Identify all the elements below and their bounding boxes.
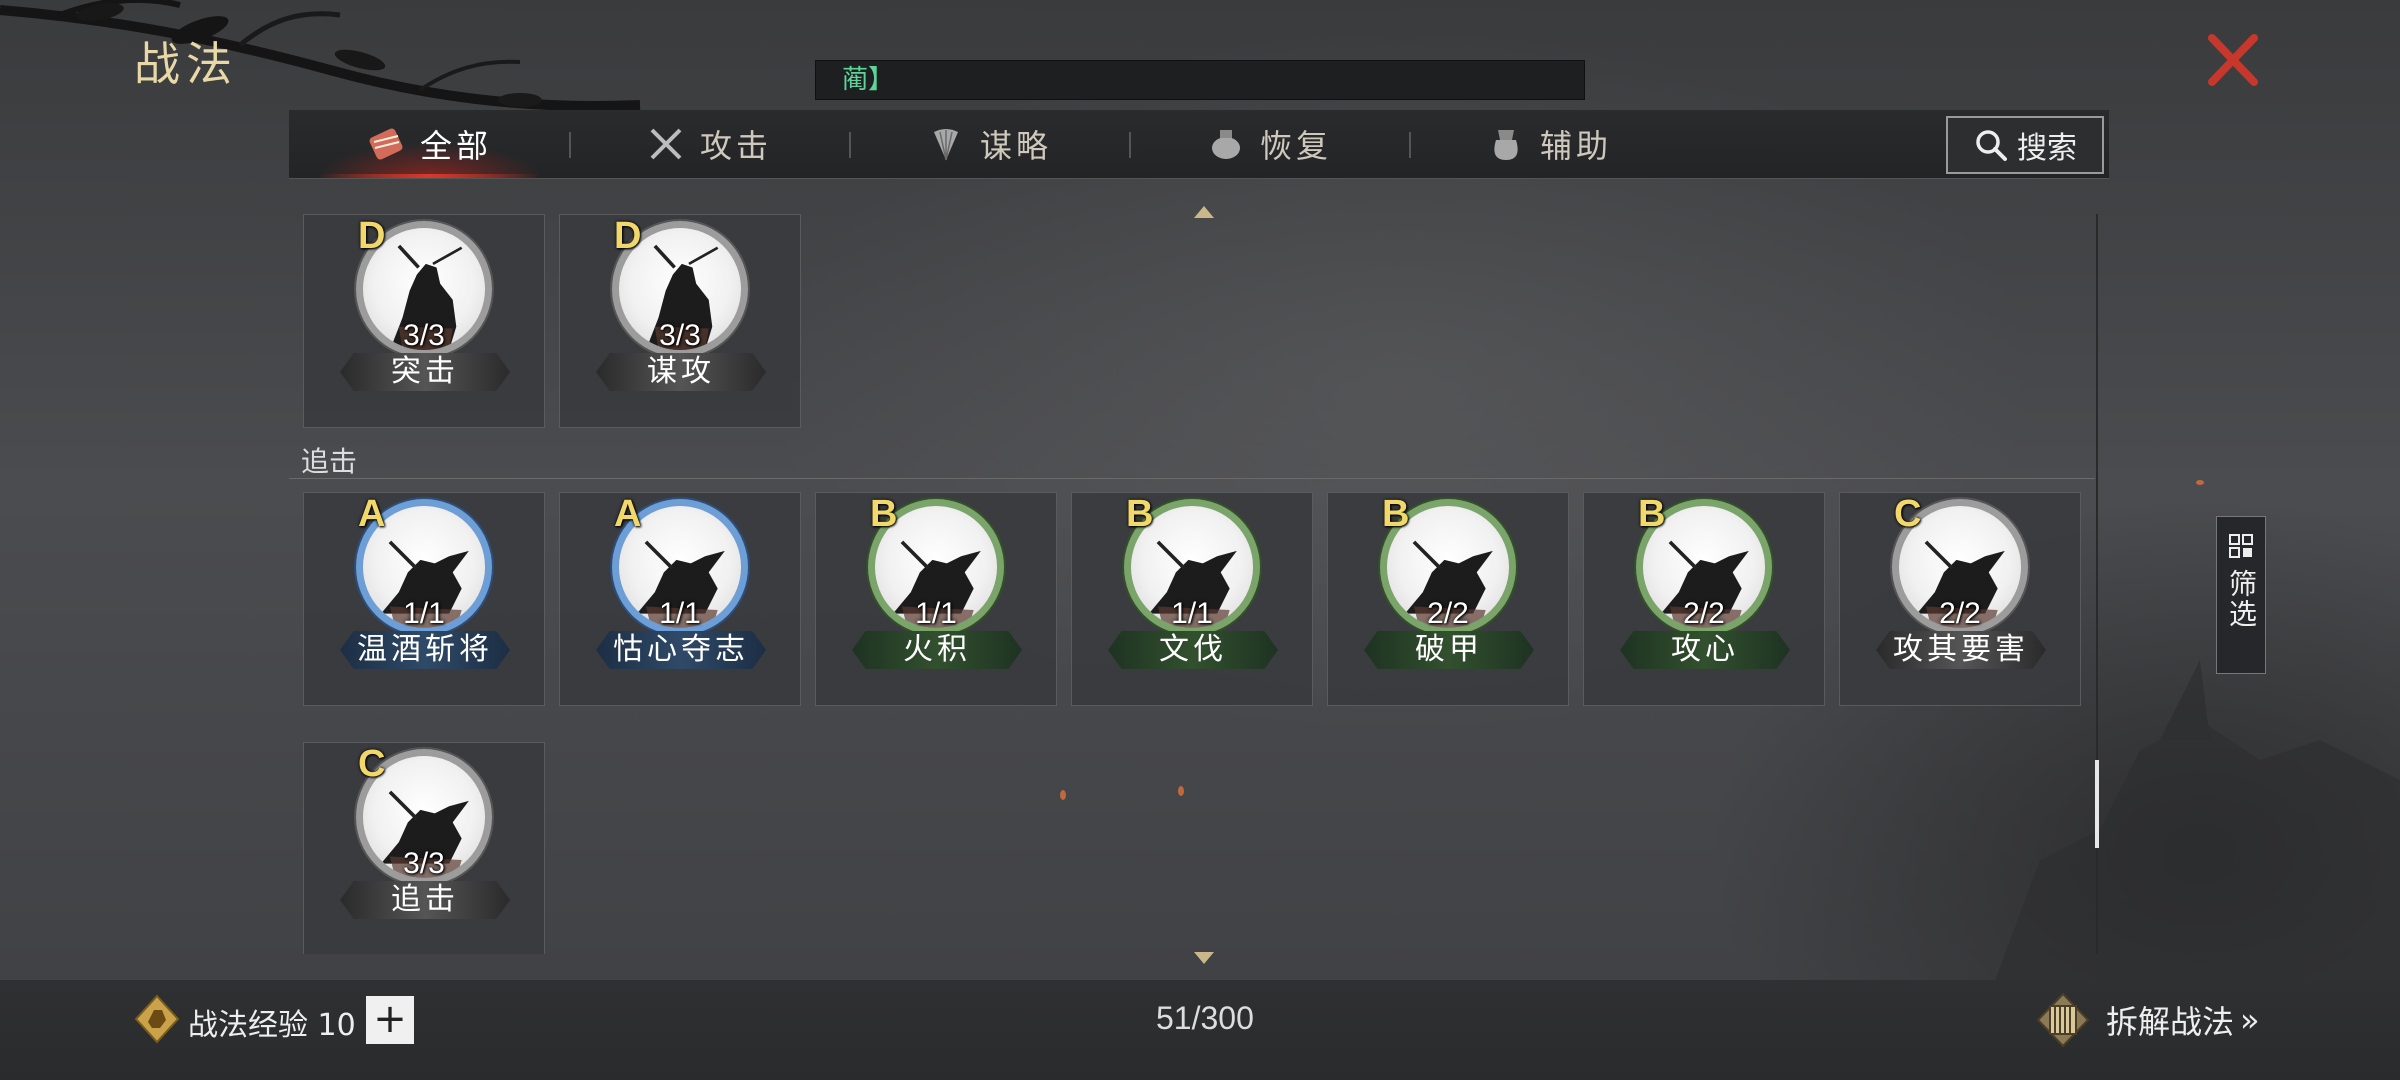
tactic-card[interactable]: B 1/1 文伐 (1071, 492, 1313, 706)
grade-label: A (614, 493, 642, 535)
section-title: 追击 (301, 445, 358, 478)
scroll-bundle-icon (369, 128, 403, 160)
grade-label: B (1638, 493, 1666, 535)
count-label: 1/1 (1171, 597, 1213, 630)
ember-particle (2196, 480, 2204, 485)
tactic-card[interactable]: A 1/1 温酒斩将 (303, 492, 545, 706)
count-label: 3/3 (403, 319, 445, 352)
tactic-exp-icon (134, 994, 180, 1044)
tactic-name: 突击 (340, 353, 510, 391)
tab-strategy-label: 谋略 (979, 127, 1052, 165)
tactic-name: 火积 (852, 631, 1022, 669)
grade-label: B (1382, 493, 1410, 535)
bottom-bar: 战法经验 10 + 51/300 拆解战法 » (0, 980, 2400, 1080)
tactic-card[interactable]: C 2/2 攻其要害 (1839, 492, 2081, 706)
grade-label: B (1126, 493, 1154, 535)
section-divider (289, 478, 2095, 479)
medicine-pot-icon (1211, 130, 1240, 159)
chevron-right-icon: » (2240, 1001, 2260, 1039)
filter-button[interactable]: 筛选 (2216, 516, 2266, 674)
tactic-exp-label: 战法经验 10 (188, 1008, 356, 1043)
tactic-name: 攻心 (1620, 631, 1790, 669)
count-label: 2/2 (1939, 597, 1981, 630)
grade-label: C (358, 743, 386, 785)
tactic-card[interactable]: D 3/3 突击 (303, 214, 545, 428)
grid-filter-icon (2229, 534, 2253, 558)
tactic-name: 破甲 (1364, 631, 1534, 669)
count-label: 3/3 (659, 319, 701, 352)
dismantle-scroll-icon (2036, 992, 2090, 1048)
close-icon[interactable] (2200, 28, 2264, 92)
tab-attack-label: 攻击 (699, 127, 772, 165)
tab-all[interactable]: 全部 (289, 110, 569, 178)
grade-label: C (1894, 493, 1922, 535)
tactic-card[interactable]: B 2/2 破甲 (1327, 492, 1569, 706)
tactic-name: 谋攻 (596, 353, 766, 391)
dismantle-tactic-label: 拆解战法 (2106, 1003, 2235, 1041)
tactic-name: 文伐 (1108, 631, 1278, 669)
dismantle-tactic-button[interactable]: 拆解战法 » (2034, 990, 2260, 1050)
count-label: 2/2 (1683, 597, 1725, 630)
add-exp-button[interactable]: + (366, 996, 414, 1044)
count-label: 1/1 (659, 597, 701, 630)
search-button[interactable]: 搜索 (1946, 116, 2104, 174)
tab-recovery[interactable]: 恢复 (1129, 110, 1409, 178)
ember-particle (1178, 786, 1184, 796)
category-tab-bar: 全部 攻击 谋略 恢复 辅助 (289, 110, 2109, 179)
grade-label: D (358, 215, 386, 257)
count-label: 3/3 (403, 847, 445, 880)
page-title: 战法 (134, 37, 238, 91)
count-label: 2/2 (1427, 597, 1469, 630)
tactic-name: 怙心夺志 (596, 631, 766, 669)
tactic-card[interactable]: B 1/1 火积 (815, 492, 1057, 706)
tactic-name: 攻其要害 (1876, 631, 2046, 669)
tactic-capacity: 51/300 (1156, 1000, 1254, 1036)
tactic-card[interactable]: A 1/1 怙心夺志 (559, 492, 801, 706)
filter-button-label: 筛选 (2225, 569, 2258, 629)
ember-particle (1060, 790, 1066, 800)
tab-all-label: 全部 (419, 127, 492, 165)
tab-support-label: 辅助 (1539, 127, 1612, 165)
tactic-list[interactable]: D 3/3 突击 D 3/3 谋攻 追击 A 1/1 温酒斩将 A 1/1 怙心… (289, 214, 2099, 954)
search-text-field[interactable]: 蔺】 (815, 60, 1585, 100)
grade-label: B (870, 493, 898, 535)
tab-support[interactable]: 辅助 (1409, 110, 1689, 178)
tab-attack[interactable]: 攻击 (569, 110, 849, 178)
feather-fan-icon (933, 129, 958, 161)
tactic-card[interactable]: B 2/2 攻心 (1583, 492, 1825, 706)
grade-label: A (358, 493, 386, 535)
count-label: 1/1 (915, 597, 957, 630)
tactic-name: 追击 (340, 881, 510, 919)
count-label: 1/1 (403, 597, 445, 630)
tab-recovery-label: 恢复 (1259, 127, 1332, 165)
pouch-icon (1494, 130, 1518, 160)
search-button-label: 搜索 (2017, 131, 2077, 166)
tab-strategy[interactable]: 谋略 (849, 110, 1129, 178)
search-icon (1976, 130, 2007, 161)
crossed-swords-icon (650, 128, 682, 160)
tactic-card[interactable]: C 3/3 追击 (303, 742, 545, 954)
tactic-card[interactable]: D 3/3 谋攻 (559, 214, 801, 428)
tactic-name: 温酒斩将 (340, 631, 510, 669)
grade-label: D (614, 215, 642, 257)
